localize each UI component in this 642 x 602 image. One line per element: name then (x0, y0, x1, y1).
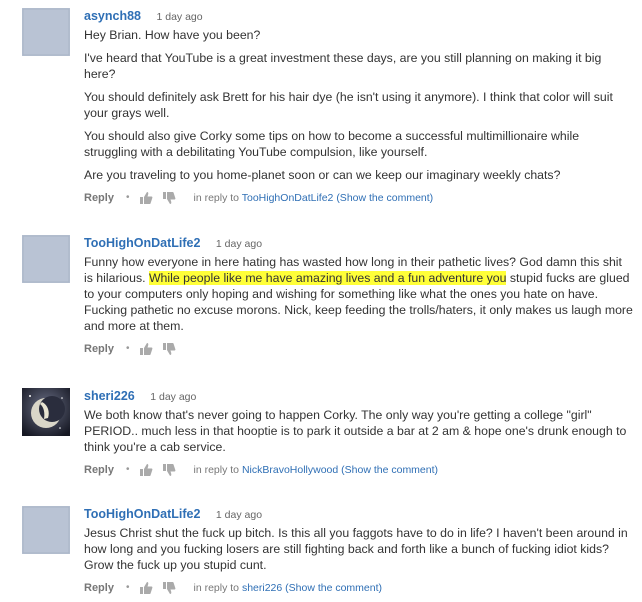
comment-text: You should also give Corky some tips on … (84, 129, 580, 159)
comment-time: 1 day ago (150, 391, 197, 403)
in-reply-prefix: in reply to (193, 582, 240, 594)
thumbs-down-icon[interactable] (162, 463, 176, 477)
separator-dot: • (125, 464, 130, 475)
comment-time: 1 day ago (215, 509, 263, 521)
in-reply-to: in reply to NickBravoHollywood (Show the… (193, 462, 438, 478)
thumbs-up-icon[interactable] (139, 463, 153, 477)
in-reply-user-link[interactable]: NickBravoHollywood (242, 464, 338, 476)
in-reply-user-link[interactable]: TooHighOnDatLife2 (242, 192, 334, 204)
comment-actions: Reply • in reply to TooHighOnDatLife2 (S… (84, 190, 634, 206)
avatar[interactable] (22, 8, 70, 56)
comment-actions: Reply • in reply to sheri226 (Show the c… (84, 580, 634, 596)
comment-text: Jesus Christ shut the fuck up bitch. Is … (84, 526, 628, 572)
comment-author[interactable]: sheri226 (84, 389, 135, 403)
comment-list: asynch88 1 day ago Hey Brian. How have y… (0, 0, 642, 602)
comment-text: Are you traveling to you home-planet soo… (84, 168, 561, 182)
comment-actions: Reply • (84, 341, 634, 357)
show-comment-link[interactable]: (Show the comment) (336, 192, 433, 204)
thumbs-up-icon[interactable] (139, 581, 153, 595)
comment-author[interactable]: asynch88 (84, 9, 141, 23)
comment-author[interactable]: TooHighOnDatLife2 (84, 236, 200, 250)
highlighted-text: While people like me have amazing lives … (148, 271, 507, 285)
in-reply-user-link[interactable]: sheri226 (242, 582, 282, 594)
default-avatar-icon (22, 506, 70, 554)
comment-text: I've heard that YouTube is a great inves… (84, 51, 602, 81)
reply-button[interactable]: Reply (84, 190, 114, 206)
reply-button[interactable]: Reply (84, 580, 114, 596)
separator-dot: • (125, 582, 130, 593)
comment-text: Funny how everyone in here hating has wa… (84, 254, 634, 334)
avatar[interactable] (22, 235, 70, 283)
comment-actions: Reply • in reply to NickBravoHollywood (… (84, 462, 634, 478)
thumbs-down-icon[interactable] (162, 342, 176, 356)
separator-dot: • (125, 343, 130, 354)
thumbs-up-icon[interactable] (139, 342, 153, 356)
show-comment-link[interactable]: (Show the comment) (341, 464, 438, 476)
comment-time: 1 day ago (215, 238, 263, 250)
thumbs-down-icon[interactable] (162, 581, 176, 595)
moon-fairy-avatar-icon (22, 388, 70, 436)
comment-text: We both know that's never going to happe… (84, 408, 627, 454)
avatar[interactable] (22, 506, 70, 554)
comment-author[interactable]: TooHighOnDatLife2 (84, 507, 200, 521)
default-avatar-icon (22, 235, 70, 283)
avatar[interactable] (22, 388, 70, 436)
separator-dot: • (125, 192, 130, 203)
comment-text: You should definitely ask Brett for his … (84, 90, 613, 120)
comment-time: 1 day ago (156, 11, 203, 23)
in-reply-prefix: in reply to (193, 192, 240, 204)
reply-button[interactable]: Reply (84, 341, 114, 357)
in-reply-to: in reply to TooHighOnDatLife2 (Show the … (193, 190, 433, 206)
in-reply-prefix: in reply to (193, 464, 240, 476)
in-reply-to: in reply to sheri226 (Show the comment) (193, 580, 382, 596)
thumbs-down-icon[interactable] (162, 191, 176, 205)
thumbs-up-icon[interactable] (139, 191, 153, 205)
comment-text: Hey Brian. How have you been? (84, 28, 261, 42)
default-avatar-icon (22, 8, 70, 56)
show-comment-link[interactable]: (Show the comment) (285, 582, 382, 594)
reply-button[interactable]: Reply (84, 462, 114, 478)
